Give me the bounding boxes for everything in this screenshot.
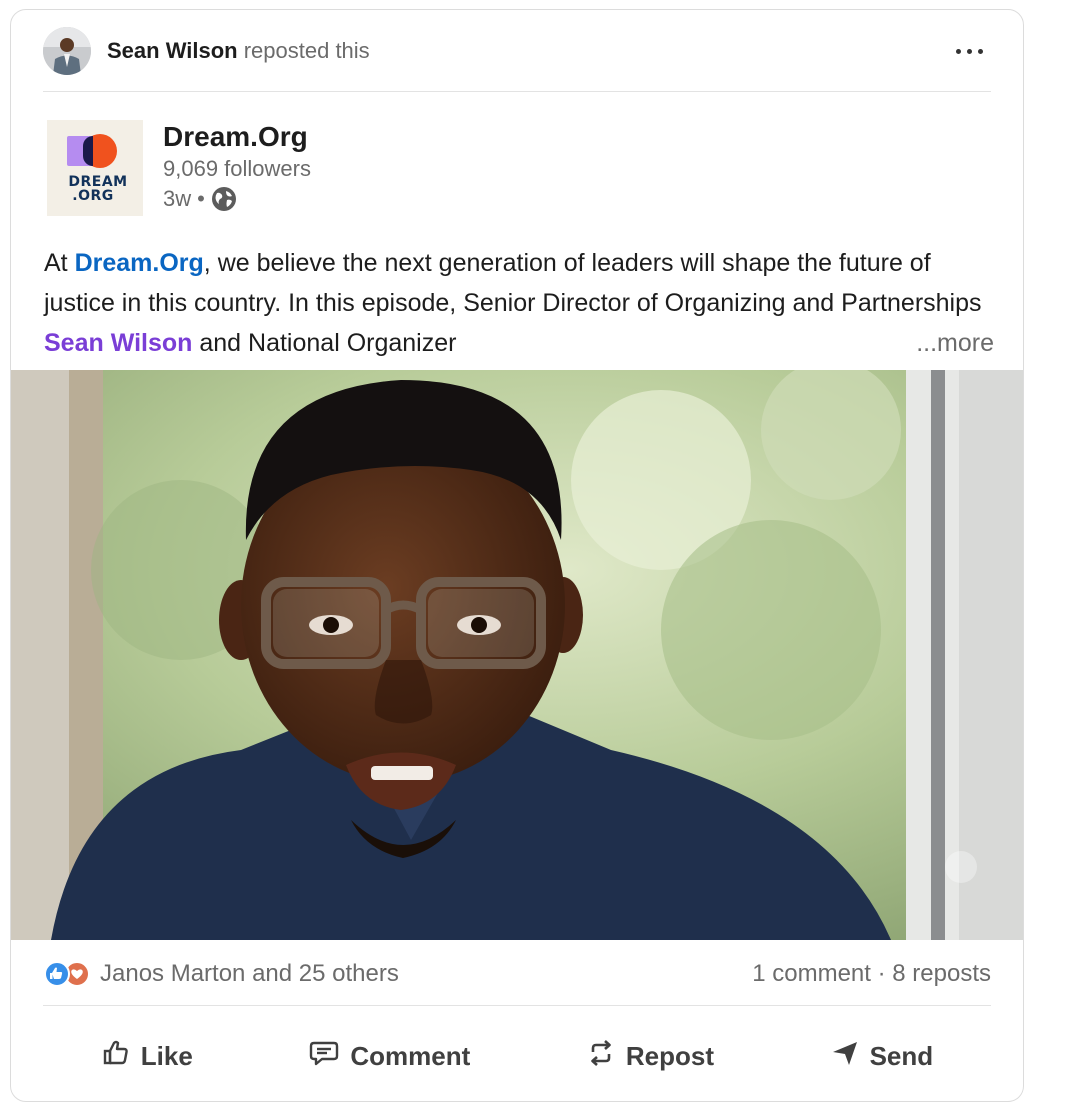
post-commentary: At Dream.Org, we believe the next genera… (44, 243, 994, 363)
comment-button[interactable]: Comment (292, 1030, 486, 1083)
actions-divider (43, 1005, 991, 1006)
commentary-text-3: and National Organizer (192, 329, 457, 357)
logo-text-line2: .ORG (72, 188, 114, 204)
repost-action-text: reposted this (237, 38, 370, 63)
counts-separator: · (870, 960, 893, 987)
author-name[interactable]: Dream.Org (163, 120, 311, 154)
reposter-name[interactable]: Sean Wilson (107, 38, 238, 63)
like-reaction-icon (44, 961, 70, 987)
post-actions: Like Comment Repost Send (43, 1026, 991, 1086)
comments-count[interactable]: 1 comment (752, 960, 871, 988)
reactions-summary[interactable]: Janos Marton and 25 others (44, 959, 399, 989)
mention-person-link[interactable]: Sean Wilson (44, 329, 192, 357)
reposter-avatar[interactable] (43, 27, 91, 75)
meta-separator: • (197, 186, 205, 211)
send-button[interactable]: Send (814, 1030, 950, 1083)
comment-label: Comment (350, 1040, 471, 1071)
post-author: DREAM .ORG Dream.Org 9,069 followers 3w … (47, 120, 311, 220)
reactions-text: Janos Marton and 25 others (100, 960, 399, 987)
repost-label: Repost (625, 1040, 714, 1071)
engagement-counts: 1 comment · 8 reposts (752, 960, 991, 988)
comment-icon (308, 1038, 350, 1075)
thumbs-up-icon (101, 1038, 141, 1075)
org-logo[interactable]: DREAM .ORG (47, 120, 143, 216)
author-info: Dream.Org 9,069 followers 3w • (163, 120, 311, 220)
post-time: 3w (163, 186, 192, 211)
repost-icon (586, 1038, 626, 1075)
like-label: Like (140, 1040, 193, 1071)
send-icon (830, 1038, 870, 1075)
commentary-text-1: At (44, 249, 75, 277)
reposts-count[interactable]: 8 reposts (892, 960, 991, 988)
repost-header: Sean Wilson reposted this (43, 26, 995, 76)
globe-icon (211, 186, 237, 212)
repost-button[interactable]: Repost (570, 1030, 730, 1083)
reaction-icons (44, 959, 100, 989)
logo-text-line1: DREAM (68, 174, 128, 190)
mention-org-link[interactable]: Dream.Org (75, 249, 204, 277)
repost-label: Sean Wilson reposted this (107, 38, 370, 64)
like-button[interactable]: Like (85, 1030, 209, 1083)
ellipsis-icon[interactable] (949, 36, 989, 66)
feed-post-card: Sean Wilson reposted this DREAM .ORG Dre… (10, 9, 1024, 1102)
post-meta: 3w • (163, 184, 311, 214)
social-counts: Janos Marton and 25 others 1 comment · 8… (44, 954, 991, 994)
header-divider (43, 91, 991, 92)
send-label: Send (869, 1040, 934, 1071)
video-player[interactable] (11, 370, 1023, 940)
follower-count: 9,069 followers (163, 156, 311, 181)
see-more-button[interactable]: ...more (908, 323, 994, 363)
